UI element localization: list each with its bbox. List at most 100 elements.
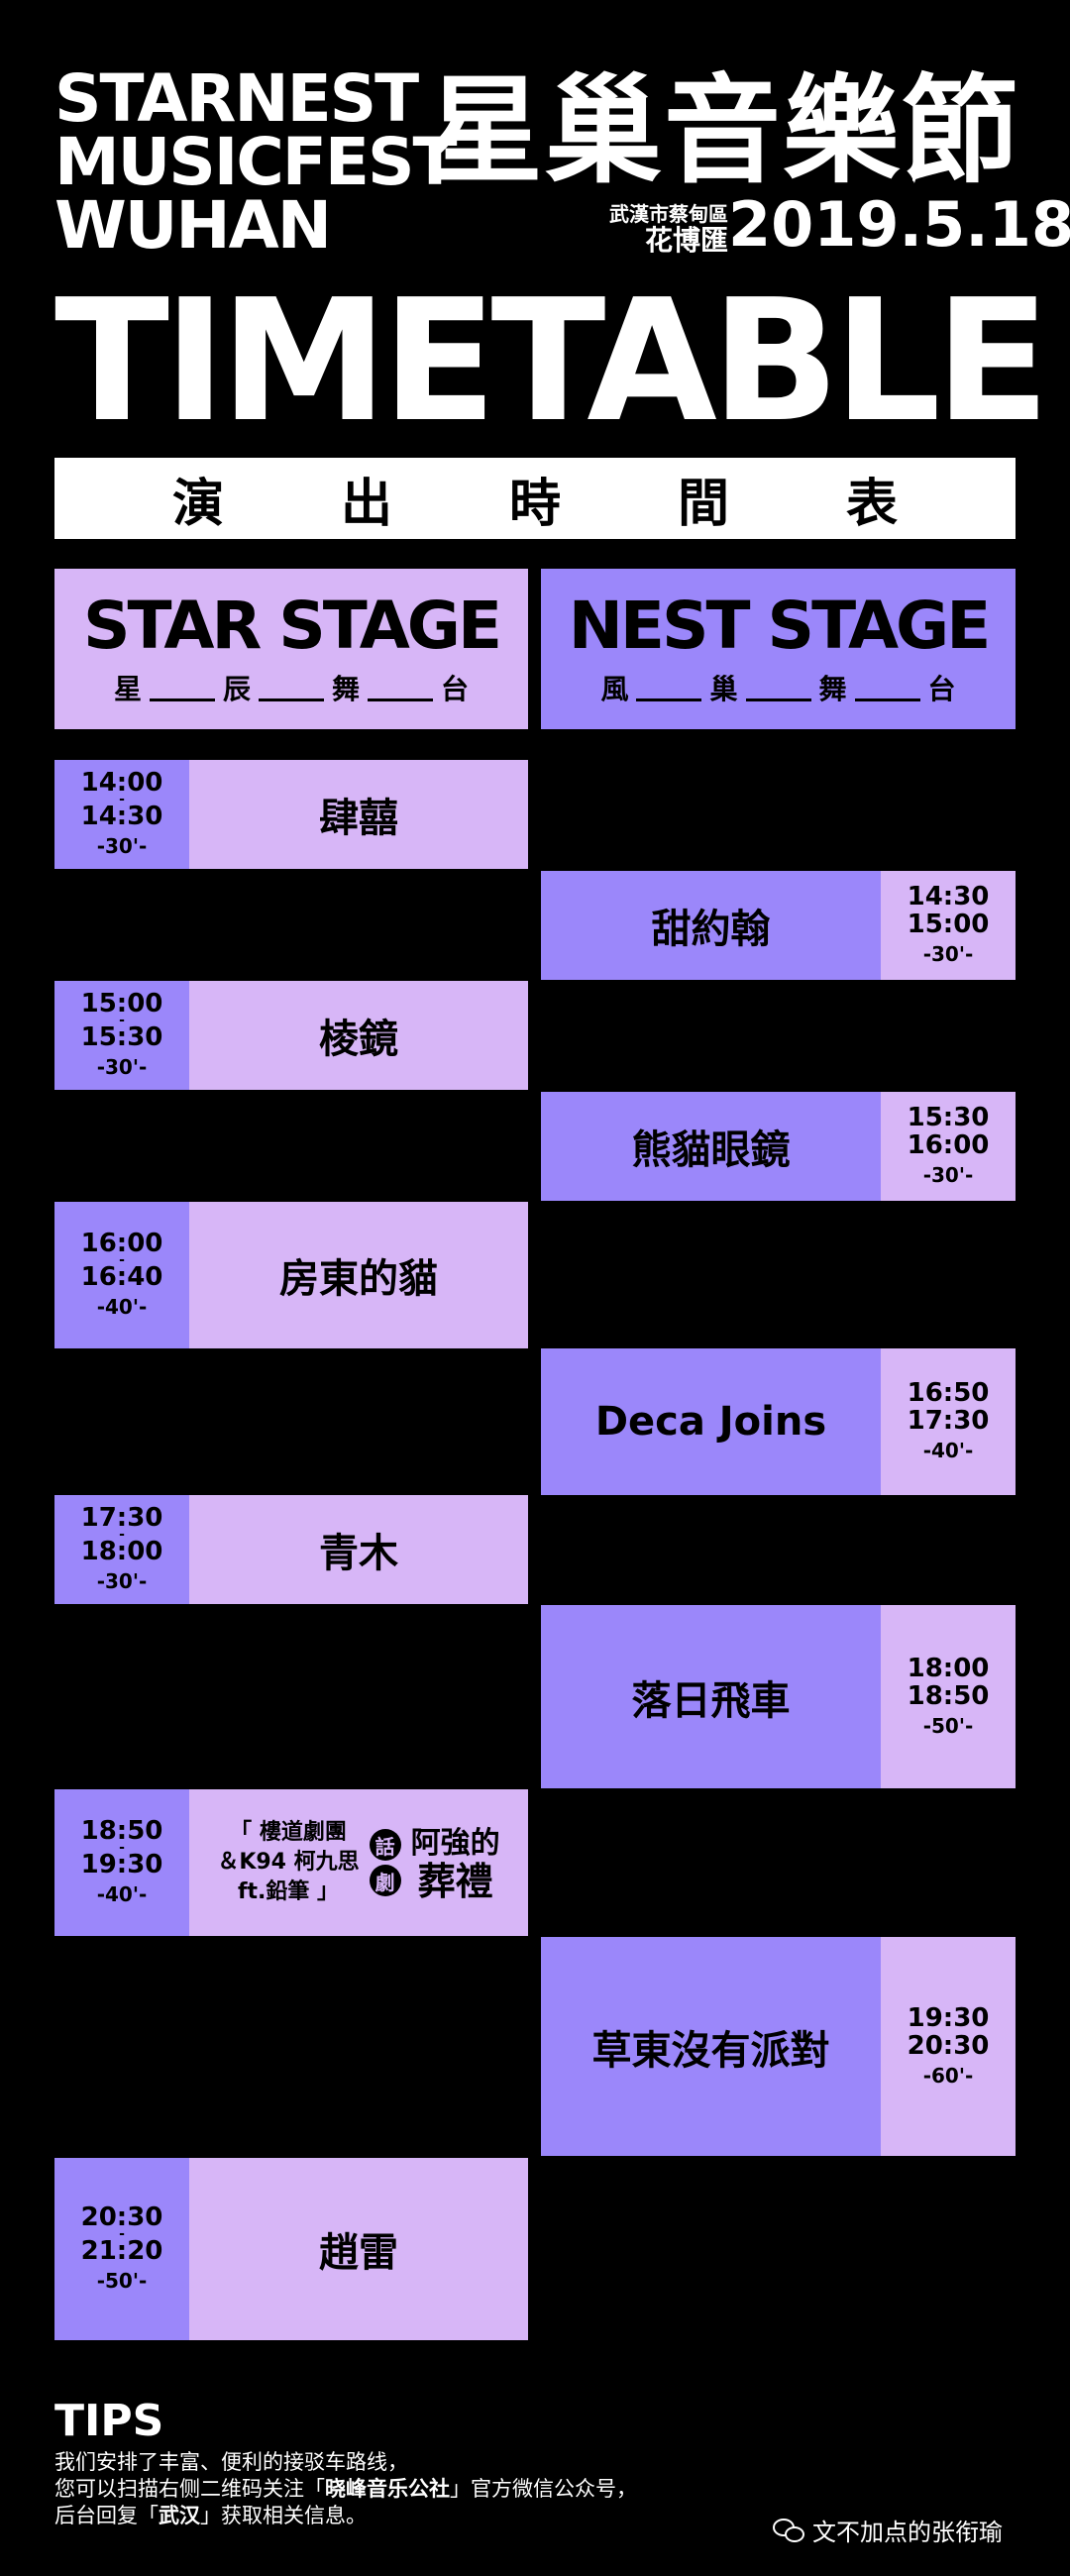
- duration: -30'-: [96, 834, 148, 858]
- star-slot: 15:00- 15:30 -30'- 棱鏡: [54, 981, 528, 1090]
- duration: -30'-: [922, 1163, 974, 1187]
- act-name: 甜約翰: [541, 871, 881, 980]
- nest-slot: 草東沒有派對 19:30 20:30 -60'-: [541, 1937, 1016, 2156]
- title-en-line: MUSICFEST: [54, 124, 458, 200]
- slot-time: 14:00- 14:30 -30'-: [54, 760, 189, 869]
- play-title-line: 阿強的: [410, 1826, 500, 1861]
- start-time: 16:50: [907, 1378, 990, 1408]
- end-time: 15:00: [907, 910, 990, 939]
- nest-stage-zh: 風 巢 舞 台: [600, 668, 955, 707]
- drama-badge: 話 劇: [369, 1829, 401, 1896]
- slot-time: 20:30- 21:20 -50'-: [54, 2158, 189, 2340]
- end-time: 14:30: [80, 802, 163, 831]
- act-name: 趙雷: [189, 2158, 528, 2340]
- nest-stage-name: NEST STAGE: [568, 588, 992, 664]
- nest-stage-header: NEST STAGE 風 巢 舞 台: [541, 569, 1016, 729]
- watermark: 文不加点的张衔瑜: [773, 2513, 1040, 2547]
- page-title: TIMETABLE: [54, 264, 1050, 460]
- slot-time: 16:50 17:30 -40'-: [881, 1348, 1016, 1495]
- act-name: 熊貓眼鏡: [541, 1092, 881, 1201]
- act-name: 「 樓道劇團 ＆K94 柯九思 ft.鉛筆 」 話 劇 阿強的 葬禮: [189, 1789, 528, 1936]
- event-date: 2019.5.18: [728, 188, 1070, 261]
- act-name: 落日飛車: [541, 1605, 881, 1788]
- stage-zh-char: 風: [600, 673, 629, 705]
- tips-text: 后台回复「: [54, 2504, 159, 2527]
- watermark-text: 文不加点的张衔瑜: [812, 2519, 1003, 2546]
- festival-name-en: STARNEST MUSICFEST WUHAN: [54, 60, 458, 264]
- duration: -40'-: [96, 1882, 148, 1906]
- theatre-credits: 「 樓道劇團 ＆K94 柯九思 ft.鉛筆 」: [217, 1818, 359, 1907]
- subtitle-bar: 演出時間表: [54, 458, 1016, 539]
- slot-time: 19:30 20:30 -60'-: [881, 1937, 1016, 2156]
- slot-time: 15:30 16:00 -30'-: [881, 1092, 1016, 1201]
- tips-body: 我们安排了丰富、便利的接驳车路线， 您可以扫描右侧二维码关注「晓峰音乐公社」官方…: [54, 2449, 768, 2529]
- wechat-icon: [773, 2518, 804, 2542]
- venue-line1: 武漢市蔡甸區: [609, 202, 728, 226]
- duration: -30'-: [96, 1569, 148, 1593]
- end-time: 19:30: [80, 1850, 163, 1879]
- star-slot: 16:00- 16:40 -40'- 房東的貓: [54, 1202, 528, 1348]
- credit-line: ＆K94 柯九思: [217, 1850, 360, 1875]
- star-stage-name: STAR STAGE: [82, 588, 502, 664]
- star-slot: 14:00- 14:30 -30'- 肆囍: [54, 760, 528, 869]
- act-name: Deca Joins: [541, 1348, 881, 1495]
- act-name: 肆囍: [189, 760, 528, 869]
- stage-zh-char: 台: [441, 673, 470, 705]
- duration: -40'-: [96, 1295, 148, 1319]
- badge-char: 話: [369, 1829, 401, 1861]
- duration: -50'-: [96, 2269, 148, 2293]
- end-time: 18:50: [907, 1680, 990, 1711]
- tips-line: 我们安排了丰富、便利的接驳车路线，: [54, 2450, 408, 2474]
- stage-zh-char: 辰: [222, 673, 251, 705]
- nest-slot: 甜約翰 14:30 15:00 -30'-: [541, 871, 1016, 980]
- act-name: 棱鏡: [189, 981, 528, 1090]
- end-time: 16:40: [80, 1262, 163, 1292]
- star-slot: 20:30- 21:20 -50'- 趙雷: [54, 2158, 528, 2340]
- end-time: 16:00: [907, 1130, 990, 1160]
- act-name: 房東的貓: [189, 1202, 528, 1348]
- play-title-line: 葬禮: [417, 1860, 493, 1903]
- stage-zh-char: 舞: [332, 673, 361, 705]
- duration: -30'-: [96, 1055, 148, 1079]
- nest-slot: 熊貓眼鏡 15:30 16:00 -30'-: [541, 1092, 1016, 1201]
- start-time: 18:00: [907, 1653, 990, 1683]
- end-time: 21:20: [80, 2236, 163, 2266]
- title-en-line: STARNEST: [54, 60, 419, 137]
- stage-zh-char: 台: [927, 673, 956, 705]
- stage-zh-char: 巢: [709, 673, 738, 705]
- credit-line: 「 樓道劇團: [230, 1820, 347, 1845]
- keyword: 武汉: [159, 2504, 200, 2527]
- duration: -30'-: [922, 942, 974, 966]
- start-time: 19:30: [907, 2002, 990, 2033]
- slot-time: 18:00 18:50 -50'-: [881, 1605, 1016, 1788]
- end-time: 17:30: [907, 1406, 990, 1436]
- end-time: 18:00: [80, 1537, 163, 1566]
- play-title: 阿強的 葬禮: [411, 1825, 500, 1900]
- star-stage-header: STAR STAGE 星 辰 舞 台: [54, 569, 528, 729]
- nest-slot: 落日飛車 18:00 18:50 -50'-: [541, 1605, 1016, 1788]
- slot-time: 18:50- 19:30 -40'-: [54, 1789, 189, 1936]
- stage-zh-char: 星: [113, 673, 142, 705]
- account-name: 晓峰音乐公社: [325, 2477, 450, 2501]
- act-name: 青木: [189, 1495, 528, 1604]
- festival-name-zh: 星巢音樂節: [425, 62, 1020, 199]
- end-time: 15:30: [80, 1022, 163, 1052]
- subtitle-zh: 演出時間表: [171, 474, 1015, 534]
- slot-time: 14:30 15:00 -30'-: [881, 871, 1016, 980]
- credit-line: ft.鉛筆 」: [237, 1879, 340, 1904]
- title-en-line: WUHAN: [54, 187, 332, 264]
- start-time: 15:30: [907, 1103, 990, 1132]
- duration: -40'-: [922, 1439, 974, 1462]
- act-name: 草東沒有派對: [541, 1937, 881, 2156]
- star-slot: 18:50- 19:30 -40'- 「 樓道劇團 ＆K94 柯九思 ft.鉛筆…: [54, 1789, 528, 1936]
- start-time: 14:30: [907, 882, 990, 912]
- tips-line: 后台回复「武汉」获取相关信息。: [54, 2503, 768, 2529]
- duration: -60'-: [922, 2063, 974, 2088]
- star-slot: 17:30- 18:00 -30'- 青木: [54, 1495, 528, 1604]
- duration: -50'-: [922, 1713, 974, 1738]
- tips-title: TIPS: [54, 2396, 164, 2446]
- slot-time: 17:30- 18:00 -30'-: [54, 1495, 189, 1604]
- tips-text: 您可以扫描右侧二维码关注「: [54, 2477, 325, 2501]
- end-time: 20:30: [907, 2030, 990, 2061]
- tips-line: 您可以扫描右侧二维码关注「晓峰音乐公社」官方微信公众号，: [54, 2476, 768, 2503]
